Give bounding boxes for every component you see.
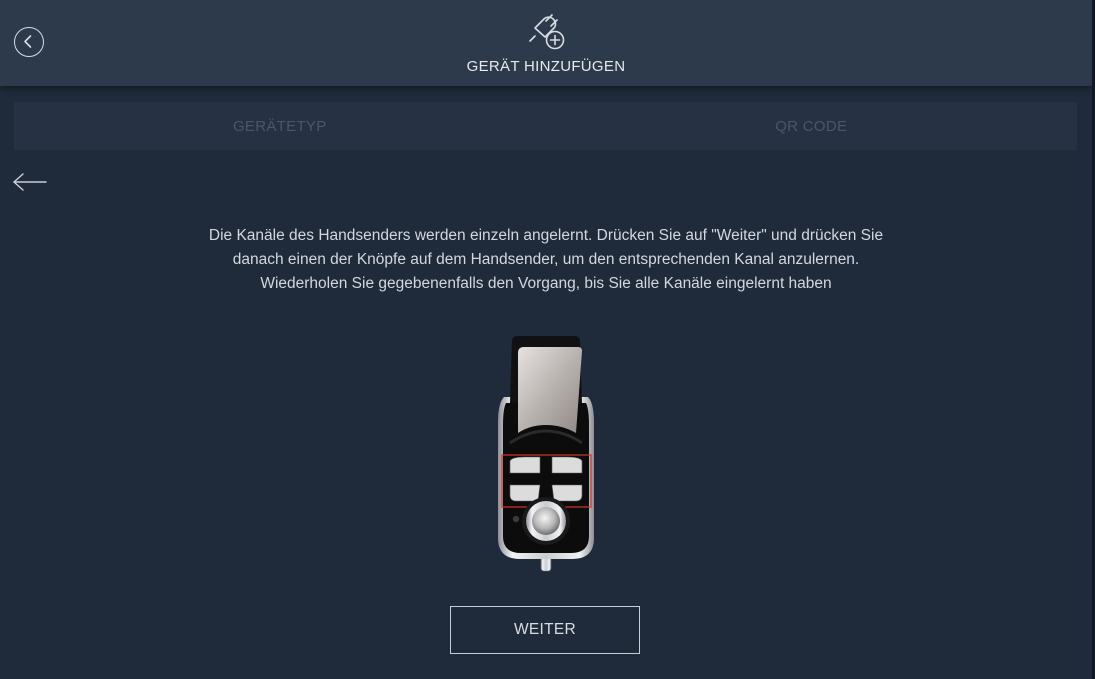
tab-bar: GERÄTETYP QR CODE (14, 102, 1077, 150)
back-button[interactable] (14, 27, 44, 57)
instruction-line-3: Wiederholen Sie gegebenenfalls den Vorga… (260, 275, 832, 292)
page-title: GERÄT HINZUFÜGEN (466, 58, 626, 75)
remote-control-image (498, 336, 594, 572)
header-bar: GERÄT HINZUFÜGEN (0, 0, 1092, 86)
instruction-line-1: Die Kanäle des Handsenders werden einzel… (208, 227, 884, 244)
chevron-left-icon (24, 35, 32, 48)
instruction-line-2: danach einen der Knöpfe auf dem Handsend… (232, 251, 860, 268)
next-button[interactable]: WEITER (450, 606, 640, 654)
plug-add-icon (529, 14, 565, 50)
tab-device-type[interactable]: GERÄTETYP (14, 102, 546, 150)
tab-qr-code[interactable]: QR CODE (546, 102, 1078, 150)
arrow-left-icon[interactable] (12, 170, 48, 194)
instruction-text: Die Kanäle des Handsenders werden einzel… (150, 224, 942, 296)
app-window: GERÄT HINZUFÜGEN GERÄTETYP QR CODE Die K… (0, 0, 1095, 679)
